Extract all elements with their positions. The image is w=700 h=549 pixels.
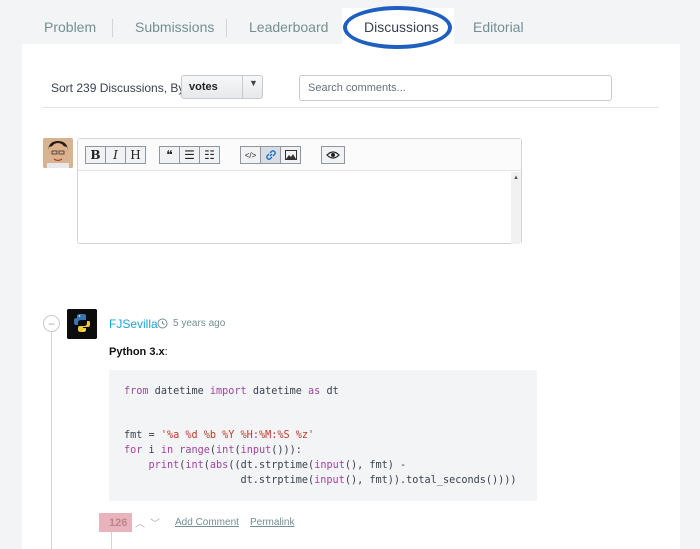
link-icon[interactable] [260,146,281,164]
select-divider [242,76,243,98]
language-label: Python 3.x [109,346,165,358]
sort-label: Sort 239 Discussions, By: [51,81,188,95]
scroll-up-icon[interactable]: ▲ [513,175,519,181]
code-line-5: for i in range(int(input())): [124,445,302,456]
upvote-icon[interactable]: ︿ [135,515,145,530]
timestamp: 5 years ago [173,318,226,329]
thread-line [51,330,52,549]
annotation-circle [343,6,452,49]
italic-button[interactable]: I [105,146,126,164]
bullet-list-icon[interactable]: ☰ [179,146,200,164]
heading-button[interactable]: H [125,146,146,164]
quote-icon[interactable]: ❝ [159,146,180,164]
avatar [43,138,73,168]
preview-group [321,146,345,165]
code-line-6: print(int(abs((dt.strptime(input(), fmt)… [148,460,407,471]
tab-leaderboard[interactable]: Leaderboard [249,19,328,35]
sort-select[interactable]: votes ▼ [181,75,263,99]
tab-separator [112,19,113,37]
list-group: ❝ ☰ ☷ [159,146,220,165]
numbered-list-icon[interactable]: ☷ [199,146,220,164]
post-language: Python 3.x: [109,346,168,358]
divider [42,107,659,108]
bold-button[interactable]: B [85,146,106,164]
eye-icon[interactable] [321,146,345,164]
comment-editor: B I H ❝ ☰ ☷ </> ▲ [77,138,522,244]
clock-icon [157,318,168,329]
collapse-button[interactable]: − [43,315,60,332]
tab-problem[interactable]: Problem [44,19,96,35]
comment-textarea[interactable] [78,172,521,244]
add-comment-link[interactable]: Add Comment [175,517,239,528]
image-icon[interactable] [280,146,301,164]
search-input[interactable] [299,75,612,101]
chevron-down-icon: ▼ [249,78,258,88]
sort-select-value: votes [189,81,218,93]
code-line-4: fmt = '%a %d %b %Y %H:%M:%S %z' [124,430,315,441]
reply-thread-line [111,532,112,549]
tab-submissions[interactable]: Submissions [135,19,214,35]
tab-editorial[interactable]: Editorial [473,19,524,35]
code-icon[interactable]: </> [240,146,261,164]
insert-group: </> [240,146,301,165]
code-line-7: dt.strptime(input(), fmt)).total_seconds… [124,475,517,486]
permalink-link[interactable]: Permalink [250,517,294,528]
format-group: B I H [85,146,146,165]
scrollbar[interactable]: ▲ [511,172,521,244]
username-link[interactable]: FJSevilla [109,317,158,331]
editor-toolbar: B I H ❝ ☰ ☷ </> [78,139,521,171]
user-avatar[interactable] [67,309,97,339]
tab-separator [226,19,227,37]
code-line-1: from datetime import datetime as dt [124,386,339,397]
downvote-icon[interactable]: ﹀ [150,515,160,530]
code-block: from datetime import datetime as dt fmt … [109,370,537,501]
vote-count: 126 [109,517,128,529]
